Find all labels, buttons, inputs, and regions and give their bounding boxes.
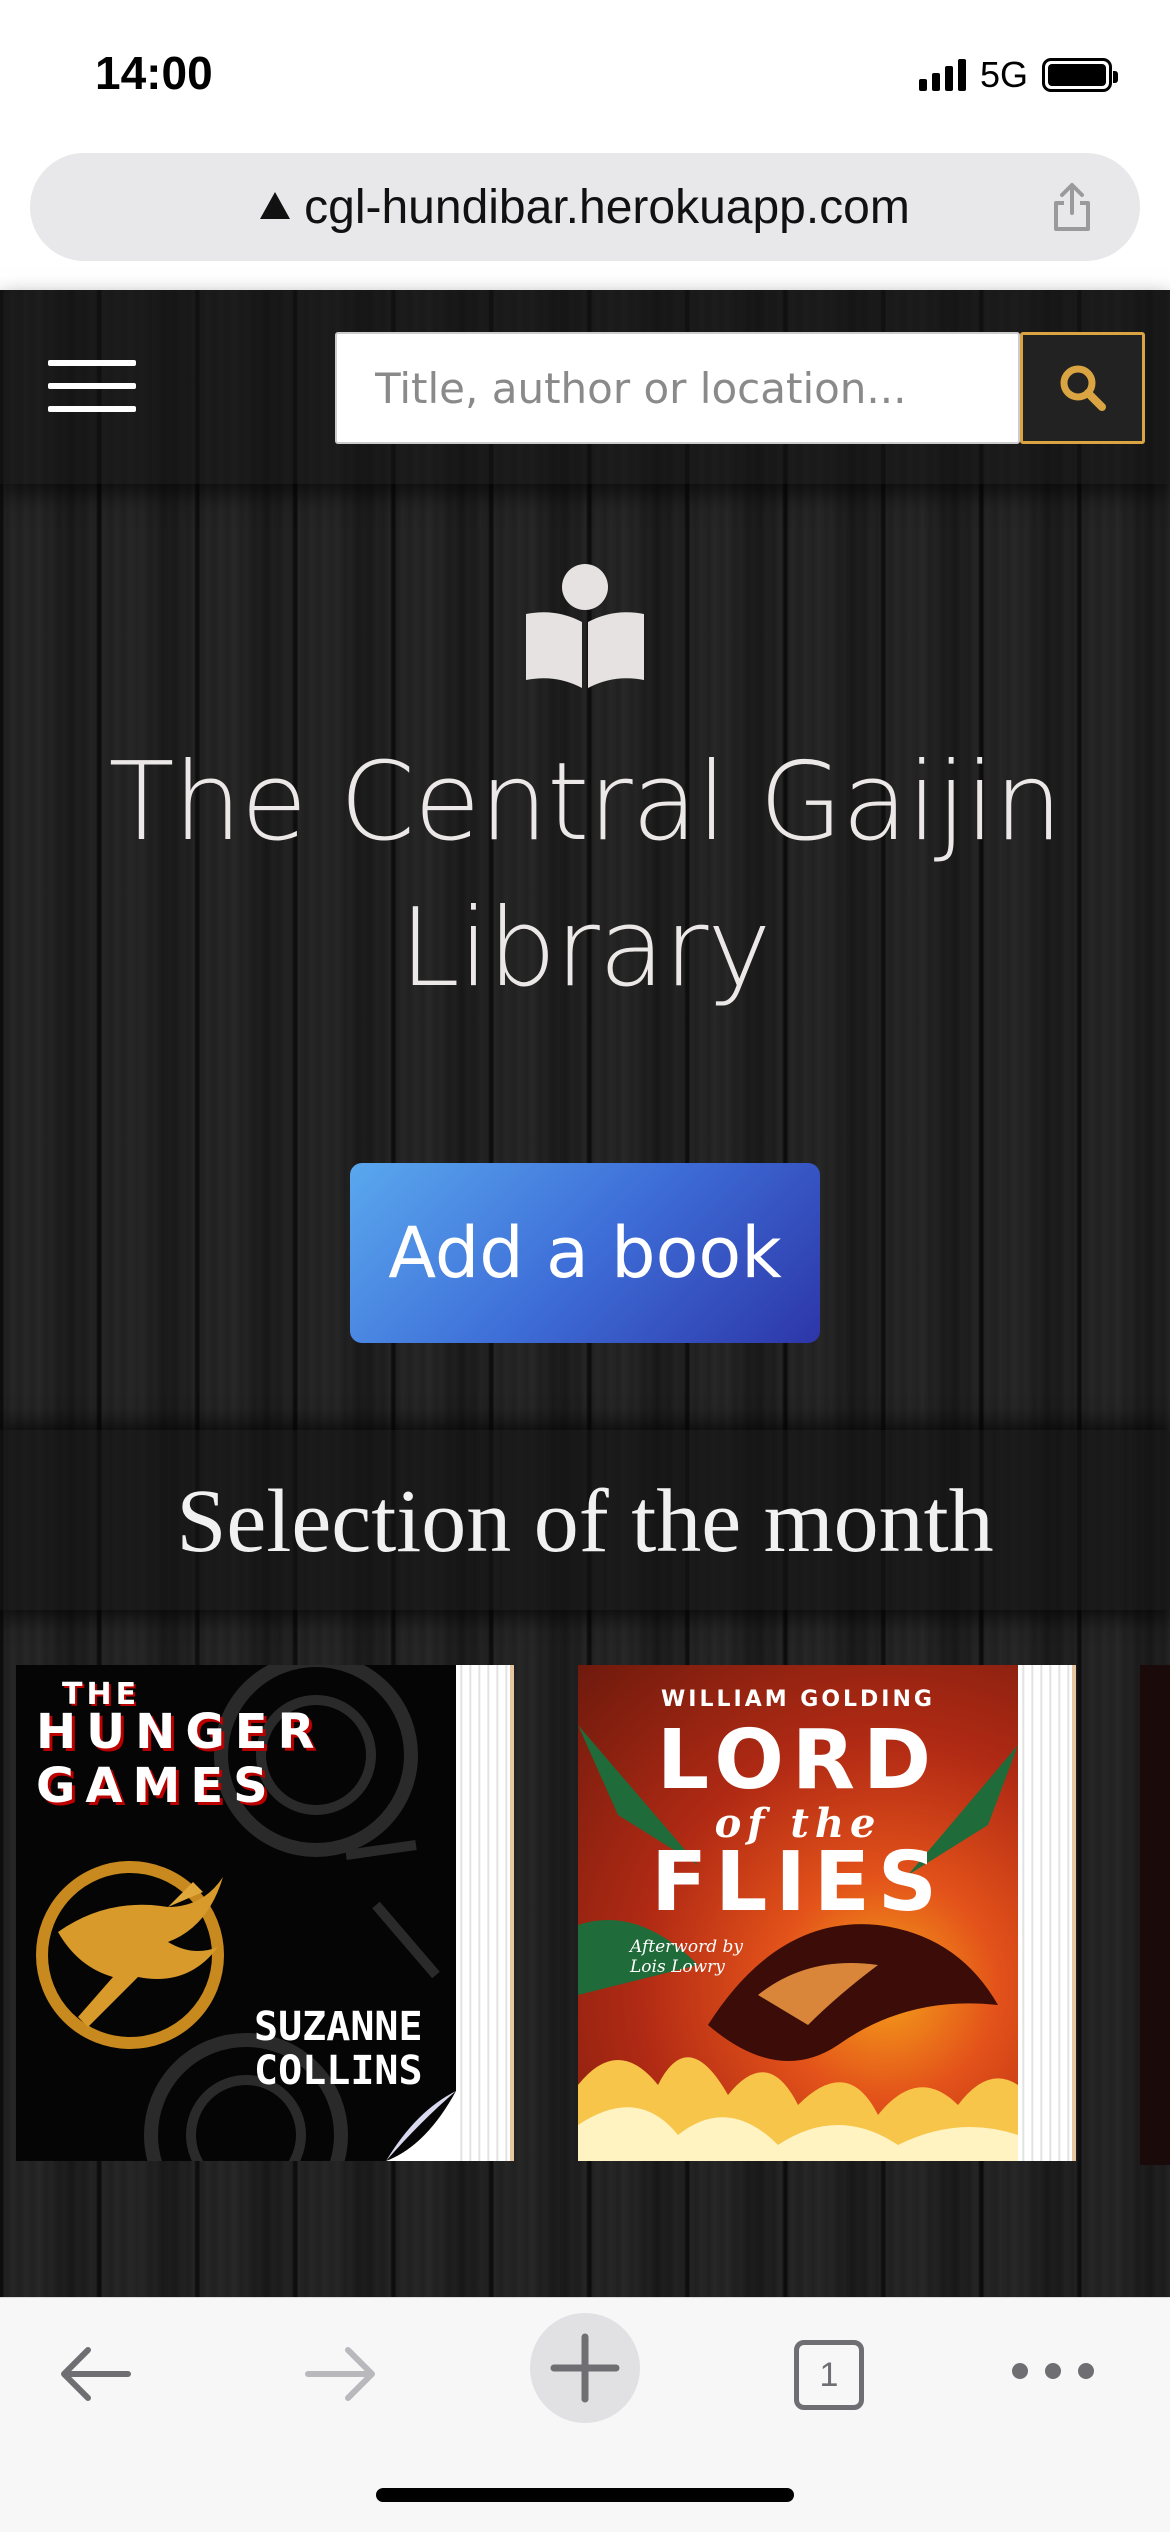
book-title: HUNGER GAMES [36,1704,325,1814]
tab-count: 1 [819,2355,839,2394]
section-title: Selection of the month [176,1472,994,1571]
book-pages [454,1665,514,2161]
page-title: The Central Gaijin Library [108,740,1062,1011]
not-secure-warning-icon [260,191,291,219]
plus-icon [550,2333,620,2403]
network-label: 5G [979,54,1028,95]
reader-book-icon [526,564,644,688]
tabs-button[interactable]: 1 [794,2340,864,2410]
search-icon [1060,365,1106,411]
book-afterword-credit: Afterword by Lois Lowry [630,1937,743,1977]
book-author: WILLIAM GOLDING [661,1687,935,1712]
url-text: cgl-hundibar.herokuapp.com [304,180,910,234]
mockingjay-pin-icon [36,1861,224,2049]
book-cover-partial[interactable] [1140,1665,1170,2165]
book-title-line-1: LORD [656,1713,940,1808]
search-button[interactable] [1020,332,1145,444]
book-author: SUZANNE COLLINS [254,2004,423,2094]
more-options-icon[interactable] [1010,2356,1096,2386]
hamburger-menu-button[interactable] [48,360,136,416]
share-icon[interactable] [1044,179,1100,235]
battery-icon [1042,58,1118,92]
book-title-line-3: FLIES [651,1835,945,1930]
signal-icon [918,59,966,91]
cover-art: THE HUNGER GAMES SUZANNE COLLINS [16,1665,456,2161]
search-input[interactable] [335,332,1020,444]
navbar [0,290,1170,484]
address-bar[interactable]: cgl-hundibar.herokuapp.com [30,153,1140,261]
book-cover-lord-of-the-flies[interactable]: WILLIAM GOLDING LORD of the FLIES Afterw… [578,1665,1078,2165]
book-cover-hunger-games[interactable]: THE HUNGER GAMES SUZANNE COLLINS [16,1665,516,2165]
back-arrow-icon[interactable] [58,2336,134,2412]
book-pages [1016,1665,1076,2161]
page-curl-decoration [386,2091,456,2161]
home-indicator[interactable] [376,2488,794,2502]
status-indicators: 5G [918,54,1118,96]
add-book-button[interactable]: Add a book [350,1163,820,1343]
forward-arrow-icon[interactable] [302,2336,378,2412]
status-time: 14:00 [95,47,213,99]
site-content: The Central Gaijin Library Add a book Se… [0,290,1170,2297]
new-tab-button[interactable] [530,2313,640,2423]
status-bar: 14:00 5G [0,0,1170,150]
cover-art: WILLIAM GOLDING LORD of the FLIES Afterw… [578,1665,1018,2161]
page: 14:00 5G cgl-hundibar.herokuapp.com Titl… [0,0,1170,2532]
